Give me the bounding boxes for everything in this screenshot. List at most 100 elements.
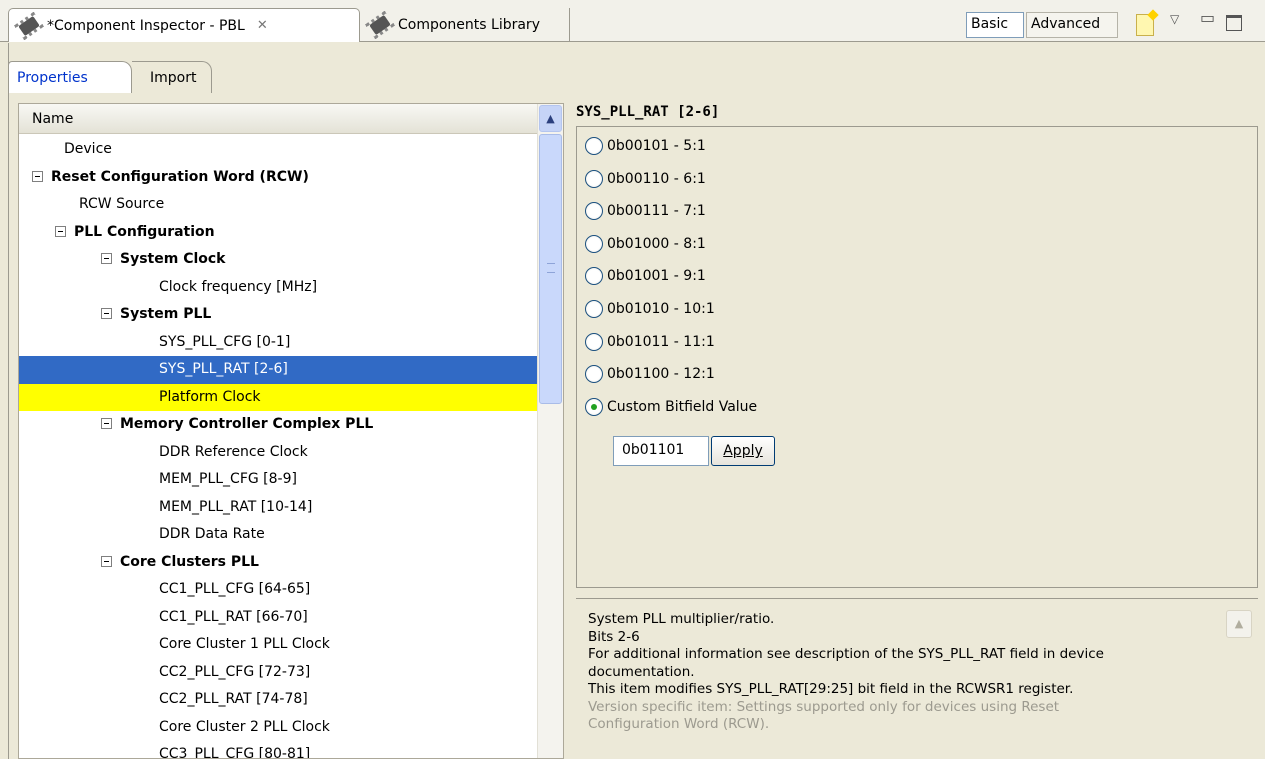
- bitfield-option[interactable]: 0b01011 - 11:1: [585, 331, 715, 353]
- tree-row[interactable]: SYS_PLL_RAT [2-6]: [19, 356, 537, 384]
- radio-unchecked-icon[interactable]: [585, 169, 603, 188]
- tree-row[interactable]: Reset Configuration Word (RCW): [19, 164, 537, 192]
- tab-components-library-label: Components Library: [398, 17, 540, 33]
- tree-row-label: SYS_PLL_RAT [2-6]: [159, 361, 288, 377]
- tree-row[interactable]: System Clock: [19, 246, 537, 274]
- advanced-mode-button[interactable]: Advanced: [1026, 12, 1118, 38]
- tree-row-label: MEM_PLL_RAT [10-14]: [159, 498, 313, 515]
- collapse-icon[interactable]: [55, 225, 66, 237]
- radio-unchecked-icon[interactable]: [585, 365, 603, 384]
- tree-rows: Device Reset Configuration Word (RCW) RCW …: [19, 136, 537, 758]
- view-tab-bar: *Component Inspector - PBL ✕ Components …: [0, 0, 1265, 42]
- bitfield-option[interactable]: 0b01100 - 12:1: [585, 363, 715, 385]
- description-line: System PLL multiplier/ratio.: [588, 611, 775, 627]
- collapse-icon[interactable]: [101, 308, 112, 319]
- property-tree: Name Device Reset Configuration Word (RCW…: [18, 103, 564, 759]
- radio-unchecked-icon[interactable]: [585, 137, 603, 155]
- custom-bitfield-input[interactable]: 0b01101: [613, 436, 709, 466]
- tree-row[interactable]: Core Cluster 1 PLL Clock: [19, 631, 537, 659]
- description-line: For additional information see descripti…: [588, 646, 1104, 662]
- tree-vertical-scrollbar[interactable]: ▲: [537, 104, 563, 758]
- bitfield-option-label: 0b01011 - 11:1: [607, 333, 715, 350]
- component-chip-icon: [14, 11, 44, 40]
- tab-component-inspector[interactable]: *Component Inspector - PBL ✕: [8, 8, 360, 42]
- collapse-icon[interactable]: [32, 170, 43, 182]
- bitfield-option-label: 0b01000 - 8:1: [607, 235, 706, 252]
- tree-row[interactable]: DDR Data Rate: [19, 521, 537, 549]
- tree-row-label: RCW Source: [79, 196, 165, 212]
- basic-mode-button[interactable]: Basic: [966, 12, 1024, 38]
- tree-row[interactable]: Core Clusters PLL: [19, 549, 537, 577]
- tree-row-label: System PLL: [120, 306, 212, 322]
- bitfield-option-label: 0b01010 - 10:1: [607, 301, 715, 317]
- tree-row-label: Memory Controller Complex PLL: [120, 416, 374, 432]
- tree-row[interactable]: Core Cluster 2 PLL Clock: [19, 714, 537, 742]
- collapse-icon[interactable]: [101, 555, 112, 567]
- tree-row[interactable]: CC1_PLL_RAT [66-70]: [19, 604, 537, 632]
- view-menu-icon[interactable]: ▽: [1170, 12, 1179, 26]
- radio-unchecked-icon[interactable]: [585, 332, 603, 351]
- tree-row-label: Clock frequency [MHz]: [159, 278, 318, 295]
- bitfield-option-label: 0b01001 - 9:1: [607, 268, 706, 285]
- tree-row[interactable]: CC2_PLL_RAT [74-78]: [19, 686, 537, 714]
- tree-row[interactable]: PLL Configuration: [19, 219, 537, 247]
- tree-row[interactable]: RCW Source: [19, 191, 537, 219]
- bitfield-option[interactable]: 0b00110 - 6:1: [585, 168, 706, 190]
- radio-unchecked-icon[interactable]: [585, 300, 603, 318]
- tree-row-label: DDR Data Rate: [159, 526, 265, 542]
- description-version-note: Configuration Word (RCW).: [588, 716, 770, 732]
- bitfield-option-label: 0b00101 - 5:1: [607, 138, 706, 154]
- description-scroll-up-icon[interactable]: ▲: [1226, 610, 1252, 638]
- tree-row[interactable]: Platform Clock: [19, 383, 537, 411]
- tree-row[interactable]: Clock frequency [MHz]: [19, 274, 537, 302]
- tree-row-label: Core Cluster 1 PLL Clock: [159, 636, 330, 652]
- tab-properties[interactable]: Properties: [8, 61, 132, 93]
- tree-row-label: CC1_PLL_RAT [66-70]: [159, 608, 308, 625]
- tree-row[interactable]: CC3_PLL_CFG [80-81]: [19, 741, 537, 758]
- tree-row-label: Core Cluster 2 PLL Clock: [159, 718, 330, 735]
- maximize-icon[interactable]: [1226, 15, 1242, 31]
- tree-row-label: Reset Configuration Word (RCW): [51, 168, 309, 185]
- radio-unchecked-icon[interactable]: [585, 267, 603, 286]
- tree-row[interactable]: SYS_PLL_CFG [0-1]: [19, 329, 537, 357]
- apply-button[interactable]: Apply: [711, 436, 775, 466]
- bitfield-option[interactable]: 0b01010 - 10:1: [585, 298, 715, 320]
- bitfield-option[interactable]: 0b01001 - 9:1: [585, 265, 706, 287]
- tree-row[interactable]: Memory Controller Complex PLL: [19, 411, 537, 439]
- tree-row-label: CC2_PLL_RAT [74-78]: [159, 691, 308, 707]
- tree-row[interactable]: System PLL: [19, 301, 537, 329]
- scroll-up-icon[interactable]: ▲: [539, 105, 562, 132]
- description-line: This item modifies SYS_PLL_RAT[29:25] bi…: [588, 681, 1074, 697]
- bitfield-option-label: 0b00111 - 7:1: [607, 203, 706, 220]
- new-note-icon[interactable]: [1136, 14, 1154, 36]
- tree-row-label: System Clock: [120, 251, 226, 267]
- radio-unchecked-icon[interactable]: [585, 234, 603, 253]
- tab-import[interactable]: Import: [132, 61, 212, 93]
- bitfield-option[interactable]: 0b00101 - 5:1: [585, 135, 706, 157]
- bitfield-option[interactable]: 0b01000 - 8:1: [585, 233, 706, 255]
- tree-row[interactable]: CC2_PLL_CFG [72-73]: [19, 659, 537, 687]
- tree-column-header-name[interactable]: Name: [19, 104, 537, 134]
- detail-title: SYS_PLL_RAT [2-6]: [576, 104, 720, 120]
- tree-row[interactable]: MEM_PLL_RAT [10-14]: [19, 494, 537, 522]
- close-tab-icon[interactable]: ✕: [257, 18, 268, 33]
- description-line: Bits 2-6: [588, 628, 640, 645]
- tree-row-label: SYS_PLL_CFG [0-1]: [159, 333, 291, 350]
- tree-row-label: MEM_PLL_CFG [8-9]: [159, 471, 297, 487]
- minimize-icon[interactable]: ▭: [1200, 8, 1215, 27]
- tab-components-library[interactable]: Components Library: [362, 8, 570, 42]
- inspector-subtabs: Properties Import: [8, 55, 1265, 93]
- item-description: System PLL multiplier/ratio. Bits 2-6 For …: [576, 598, 1258, 759]
- collapse-icon[interactable]: [101, 418, 112, 429]
- scroll-thumb[interactable]: [539, 134, 562, 404]
- radio-unchecked-icon[interactable]: [585, 202, 603, 221]
- radio-checked-icon[interactable]: [585, 397, 603, 416]
- tree-row[interactable]: Device: [19, 136, 537, 164]
- tree-row-label: CC2_PLL_CFG [72-73]: [159, 663, 311, 680]
- tree-row[interactable]: MEM_PLL_CFG [8-9]: [19, 466, 537, 494]
- collapse-icon[interactable]: [101, 253, 112, 264]
- tree-row[interactable]: CC1_PLL_CFG [64-65]: [19, 576, 537, 604]
- bitfield-option[interactable]: Custom Bitfield Value: [585, 396, 757, 418]
- tree-row[interactable]: DDR Reference Clock: [19, 439, 537, 467]
- bitfield-option[interactable]: 0b00111 - 7:1: [585, 200, 706, 222]
